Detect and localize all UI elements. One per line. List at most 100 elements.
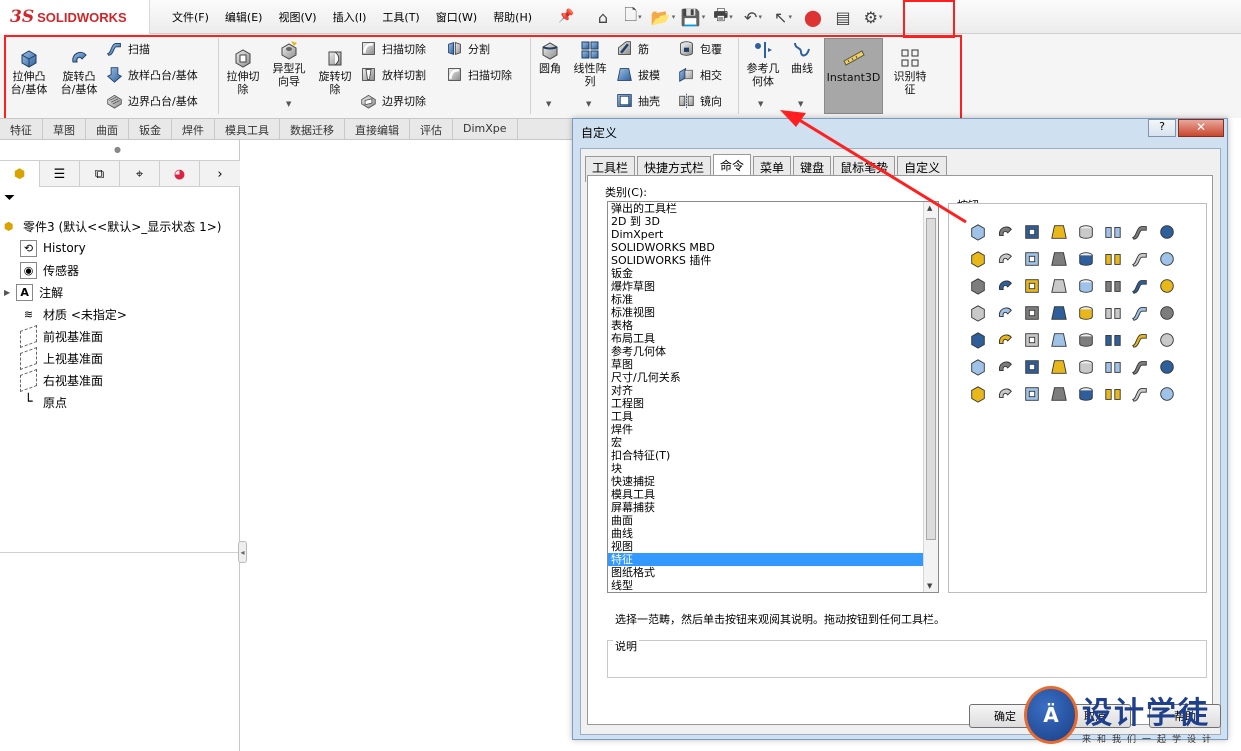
tab-direct-editing[interactable]: 直接编辑 bbox=[345, 119, 410, 139]
category-scrollbar[interactable]: ▲ ▼ bbox=[923, 202, 938, 592]
category-item[interactable]: 视图 bbox=[608, 540, 938, 553]
tab-mold-tools[interactable]: 模具工具 bbox=[215, 119, 280, 139]
tree-item-history[interactable]: ⟲ History bbox=[20, 237, 86, 259]
revolve-cut-button[interactable]: 旋转切 除 bbox=[314, 48, 356, 96]
command-button-icon[interactable] bbox=[1046, 300, 1072, 326]
tab-evaluate[interactable]: 评估 bbox=[410, 119, 453, 139]
category-item[interactable]: 图纸格式 bbox=[608, 566, 938, 579]
linear-pattern-button[interactable]: 线性阵 列 bbox=[568, 40, 612, 88]
category-item[interactable]: 屏幕捕获 bbox=[608, 501, 938, 514]
instant3d-button[interactable]: Instant3D bbox=[824, 38, 883, 114]
command-button-icon[interactable] bbox=[992, 327, 1018, 353]
command-button-icon[interactable] bbox=[1019, 246, 1045, 272]
command-button-icon[interactable] bbox=[1154, 219, 1180, 245]
category-item[interactable]: 爆炸草图 bbox=[608, 280, 938, 293]
command-button-icon[interactable] bbox=[1073, 327, 1099, 353]
panel-grip-icon[interactable]: ● bbox=[114, 145, 121, 154]
category-item[interactable]: 扣合特征(T) bbox=[608, 449, 938, 462]
tab-sheet-metal[interactable]: 钣金 bbox=[129, 119, 172, 139]
command-button-icon[interactable] bbox=[1154, 300, 1180, 326]
command-button-icon[interactable] bbox=[1127, 246, 1153, 272]
category-item[interactable]: 快速捕捉 bbox=[608, 475, 938, 488]
command-button-icon[interactable] bbox=[1154, 327, 1180, 353]
rib-button[interactable]: 筋 bbox=[616, 40, 649, 57]
options-gear-icon[interactable]: ⚙ ▾ bbox=[858, 3, 888, 31]
category-item[interactable]: 参考几何体 bbox=[608, 345, 938, 358]
command-button-icon[interactable] bbox=[1127, 219, 1153, 245]
tree-item-right-plane[interactable]: 右视基准面 bbox=[20, 368, 103, 392]
pin-menu-icon[interactable]: 📌 bbox=[558, 9, 574, 24]
scrollbar-thumb[interactable] bbox=[926, 218, 936, 540]
draft-button[interactable]: 拔模 bbox=[616, 66, 660, 83]
expand-arrow-icon[interactable]: ▶ bbox=[4, 288, 10, 297]
shell-button[interactable]: 抽壳 bbox=[616, 92, 660, 109]
menu-insert[interactable]: 插入(I) bbox=[333, 9, 367, 25]
tree-item-sensors[interactable]: ◉ 传感器 bbox=[20, 259, 79, 281]
category-item[interactable]: 标准视图 bbox=[608, 306, 938, 319]
command-button-icon[interactable] bbox=[965, 273, 991, 299]
command-button-icon[interactable] bbox=[1046, 327, 1072, 353]
command-button-icon[interactable] bbox=[1100, 327, 1126, 353]
lofted-cut-button[interactable]: 放样切割 bbox=[360, 66, 426, 83]
reference-geometry-dropdown-icon[interactable]: ▼ bbox=[758, 100, 763, 108]
command-button-icon[interactable] bbox=[992, 300, 1018, 326]
select-icon[interactable]: ↖ ▾ bbox=[768, 3, 798, 31]
tree-item-top-plane[interactable]: 上视基准面 bbox=[20, 346, 103, 370]
category-item[interactable]: 尺寸/几何关系 bbox=[608, 371, 938, 384]
new-document-icon[interactable]: 🗋 ▾ bbox=[618, 3, 648, 31]
category-list[interactable]: 弹出的工具栏 2D 到 3D DimXpert SOLIDWORKS MBD SOLID… bbox=[607, 201, 939, 593]
command-button-icon[interactable] bbox=[1100, 219, 1126, 245]
fillet-dropdown-icon[interactable]: ▼ bbox=[546, 100, 551, 108]
category-item[interactable]: 草图 bbox=[608, 358, 938, 371]
command-button-icon[interactable] bbox=[1046, 354, 1072, 380]
category-item[interactable]: 特征 bbox=[608, 553, 938, 566]
command-button-icon[interactable] bbox=[1046, 381, 1072, 407]
file-properties-icon[interactable]: ▤ bbox=[828, 3, 858, 31]
linear-pattern-dropdown-icon[interactable]: ▼ bbox=[586, 100, 591, 108]
category-item[interactable]: SOLIDWORKS MBD bbox=[608, 241, 938, 254]
tab-surfaces[interactable]: 曲面 bbox=[86, 119, 129, 139]
category-item[interactable]: 曲面 bbox=[608, 514, 938, 527]
command-button-icon[interactable] bbox=[992, 219, 1018, 245]
category-item[interactable]: 工程图 bbox=[608, 397, 938, 410]
category-item[interactable]: 布局工具 bbox=[608, 332, 938, 345]
command-button-icon[interactable] bbox=[992, 381, 1018, 407]
command-button-icon[interactable] bbox=[1073, 381, 1099, 407]
command-button-icon[interactable] bbox=[1127, 354, 1153, 380]
tree-item-material[interactable]: ≋ 材质 <未指定> bbox=[20, 303, 127, 325]
command-button-icon[interactable] bbox=[992, 273, 1018, 299]
mirror-button[interactable]: 镜向 bbox=[678, 92, 722, 109]
command-button-icon[interactable] bbox=[1073, 246, 1099, 272]
display-manager-tab-icon[interactable]: ◕ bbox=[160, 161, 200, 187]
part-root[interactable]: ⬢ 零件3 (默认<<默认>_显示状态 1>) bbox=[0, 215, 222, 237]
filter-icon[interactable]: ⏷ bbox=[4, 190, 15, 206]
command-button-icon[interactable] bbox=[1100, 273, 1126, 299]
category-item[interactable]: 钣金 bbox=[608, 267, 938, 280]
sweep-button[interactable]: 扫描 bbox=[106, 40, 150, 57]
command-button-icon[interactable] bbox=[1127, 273, 1153, 299]
command-button-icon[interactable] bbox=[965, 300, 991, 326]
command-button-icon[interactable] bbox=[1073, 219, 1099, 245]
command-button-icon[interactable] bbox=[1127, 300, 1153, 326]
menu-help[interactable]: 帮助(H) bbox=[493, 9, 532, 25]
command-button-icon[interactable] bbox=[1100, 354, 1126, 380]
dialog-close-icon[interactable]: ✕ bbox=[1178, 119, 1224, 137]
tab-weldments[interactable]: 焊件 bbox=[172, 119, 215, 139]
open-icon[interactable]: 📂 ▾ bbox=[648, 3, 678, 31]
category-item[interactable]: 块 bbox=[608, 462, 938, 475]
menu-edit[interactable]: 编辑(E) bbox=[225, 9, 263, 25]
save-icon[interactable]: 💾 ▾ bbox=[678, 3, 708, 31]
menu-window[interactable]: 窗口(W) bbox=[436, 9, 477, 25]
category-item[interactable]: DimXpert bbox=[608, 228, 938, 241]
scroll-down-icon[interactable]: ▼ bbox=[927, 582, 932, 590]
command-button-icon[interactable] bbox=[1019, 327, 1045, 353]
command-button-icon[interactable] bbox=[1100, 246, 1126, 272]
wrap-button[interactable]: 包覆 bbox=[678, 40, 722, 57]
boundary-cut-button[interactable]: 边界切除 bbox=[360, 92, 426, 109]
category-item[interactable]: 工具 bbox=[608, 410, 938, 423]
chevron-right-icon[interactable]: › bbox=[200, 161, 240, 187]
category-item[interactable]: 焊件 bbox=[608, 423, 938, 436]
category-item[interactable]: SOLIDWORKS 插件 bbox=[608, 254, 938, 267]
command-button-icon[interactable] bbox=[1100, 300, 1126, 326]
curves-dropdown-icon[interactable]: ▼ bbox=[798, 100, 803, 108]
